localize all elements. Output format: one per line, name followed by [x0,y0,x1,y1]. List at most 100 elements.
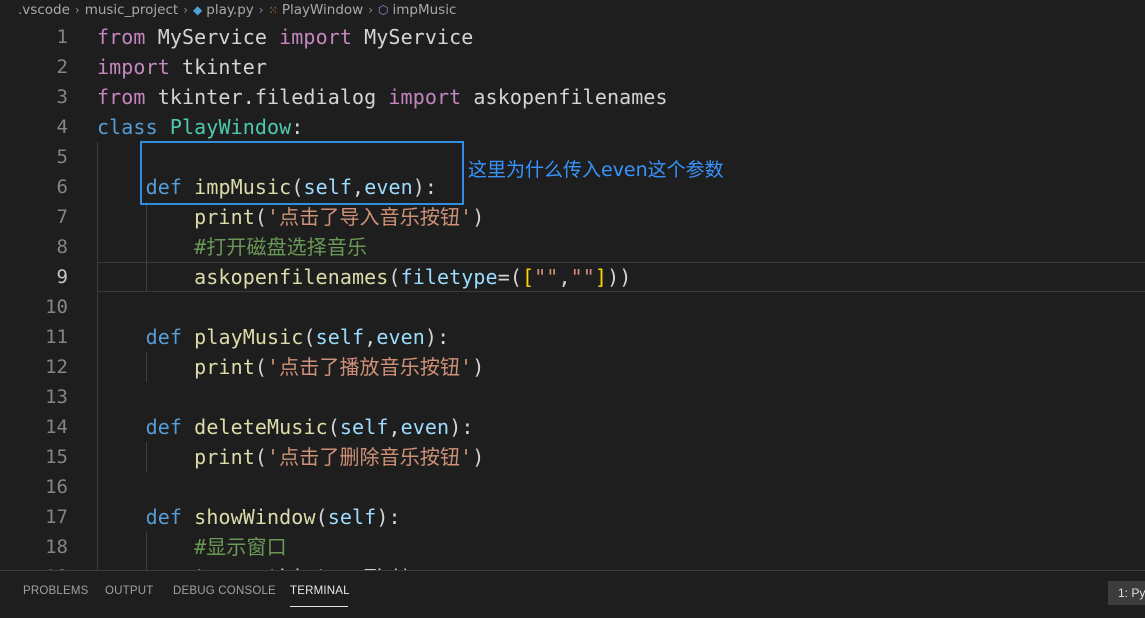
code-text: def playMusic(self,even): [97,322,450,352]
code-token: , [558,265,571,289]
code-token: ( [254,205,268,229]
code-token: even [400,415,450,439]
code-token: askopenfilenames [194,265,389,289]
line-number: 9 [56,266,68,288]
code-line[interactable]: 10 [0,292,1145,322]
breadcrumb-method[interactable]: ⬡ impMusic [378,2,456,18]
code-line[interactable]: 19 top = tkinter.Tk() [0,562,1145,570]
code-line[interactable]: 3 from tkinter.filedialog import askopenf… [0,82,1145,112]
code-line[interactable]: 11 def playMusic(self,even): [0,322,1145,352]
code-line[interactable]: 1 from MyService import MyService [0,22,1145,52]
code-text: print('点击了删除音乐按钮') [97,442,484,472]
line-number: 14 [45,416,68,438]
line-number: 18 [45,536,68,558]
code-token: ( [315,505,328,529]
code-token: import [388,85,462,109]
active-tab-indicator [290,606,348,607]
code-token: def [145,505,183,529]
code-token: )) [607,265,632,289]
chevron-right-icon: › [368,3,374,17]
chevron-right-icon: › [183,3,189,17]
code-text: #打开磁盘选择音乐 [97,232,367,262]
code-token: ) [472,205,485,229]
line-number: 2 [56,56,68,78]
code-token: #打开磁盘选择音乐 [194,235,368,259]
line-number: 6 [56,176,68,198]
code-token: tkinter.filedialog [145,85,389,109]
code-token: '点击了导入音乐按钮' [267,205,473,229]
breadcrumb-class[interactable]: ⁙ PlayWindow [269,2,364,18]
line-number: 13 [45,386,68,408]
code-line[interactable]: 2 import tkinter [0,52,1145,82]
code-line[interactable]: 14 def deleteMusic(self,even): [0,412,1145,442]
code-token: ( [254,355,268,379]
code-text: def showWindow(self): [97,502,401,532]
code-token: print [194,205,255,229]
tab-debug-console[interactable]: DEBUG CONSOLE [173,585,276,597]
tab-terminal[interactable]: TERMINAL [290,585,350,597]
python-file-icon: ◆ [193,3,203,17]
code-line[interactable]: 7 print('点击了导入音乐按钮') [0,202,1145,232]
tab-problems[interactable]: PROBLEMS [23,585,89,597]
code-token: ): [376,505,401,529]
breadcrumb-class-label: PlayWindow [281,2,364,18]
code-line[interactable]: 8 #打开磁盘选择音乐 [0,232,1145,262]
chevron-right-icon: › [74,3,80,17]
code-line[interactable]: 4 class PlayWindow: [0,112,1145,142]
line-number: 7 [56,206,68,228]
line-number: 16 [45,476,68,498]
code-token: even [376,325,425,349]
code-token: playMusic [194,325,304,349]
code-token: showWindow [194,505,316,529]
breadcrumb-folder[interactable]: music_project [85,2,179,18]
code-line[interactable]: 16 [0,472,1145,502]
code-token: filetype [400,265,498,289]
code-line[interactable]: 9 askopenfilenames(filetype=(["",""])) [0,262,1145,292]
code-editor[interactable]: 1 from MyService import MyService 2 import … [0,22,1145,570]
line-number: 12 [45,356,68,378]
line-number: 19 [0,562,68,570]
method-cube-icon: ⬡ [378,3,389,17]
line-number: 8 [56,236,68,258]
code-text: from MyService import MyService [97,22,473,52]
code-token: class [97,115,158,139]
tab-output[interactable]: OUTPUT [105,585,153,597]
code-text: def deleteMusic(self,even): [97,412,474,442]
breadcrumb-root[interactable]: .vscode [18,2,70,18]
code-token: [ [522,265,535,289]
code-line[interactable]: 18 #显示窗口 [0,532,1145,562]
annotation-highlight-box [140,141,464,205]
code-token: MyService [145,25,280,49]
code-line[interactable]: 15 print('点击了删除音乐按钮') [0,442,1145,472]
code-line[interactable]: 17 def showWindow(self): [0,502,1145,532]
code-token: self [315,325,365,349]
code-token: self [327,505,377,529]
code-token: ) [472,355,485,379]
code-token: import [97,55,170,79]
code-token: MyService [352,25,474,49]
breadcrumb-method-label: impMusic [392,2,457,18]
code-token: def [145,415,183,439]
code-text: from tkinter.filedialog import askopenfi… [97,82,668,112]
bottom-panel: PROBLEMS OUTPUT DEBUG CONSOLE TERMINAL 1… [0,570,1145,618]
code-token: "" [534,265,559,289]
code-text: #显示窗口 [97,532,287,562]
code-token: ] [594,265,608,289]
code-token: def [145,325,183,349]
terminal-select[interactable]: 1: Python [1108,581,1145,605]
breadcrumb-file[interactable]: ◆ play.py [193,2,254,18]
code-line[interactable]: 13 [0,382,1145,412]
code-token: ): [424,325,450,349]
code-line[interactable]: 12 print('点击了播放音乐按钮') [0,352,1145,382]
code-token: from [97,85,146,109]
